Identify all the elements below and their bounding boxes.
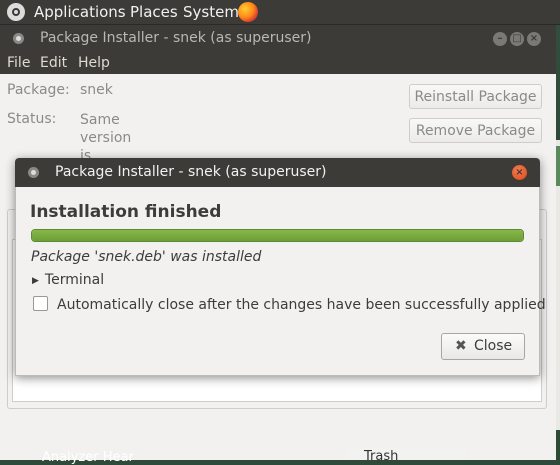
main-window-titlebar[interactable]: Package Installer - snek (as superuser) …	[0, 25, 556, 52]
remove-package-button[interactable]: Remove Package	[409, 118, 542, 143]
dialog-body: Installation finished Package 'snek.deb'…	[15, 187, 546, 376]
progress-bar-fill	[32, 230, 523, 241]
trash-label: Trash	[364, 449, 399, 464]
panel-menu-applications[interactable]: Applications	[34, 3, 126, 21]
trash-item[interactable]: Trash	[346, 448, 466, 464]
progress-bar	[31, 229, 524, 242]
dialog-titlebar[interactable]: Package Installer - snek (as superuser) …	[15, 158, 540, 187]
status-line: version	[80, 130, 132, 146]
autoclose-label: Automatically close after the changes ha…	[57, 297, 546, 313]
menu-help[interactable]: Help	[78, 55, 110, 71]
terminal-expander[interactable]: ▶ Terminal	[32, 272, 104, 288]
autoclose-checkbox[interactable]	[33, 296, 48, 311]
installation-dialog: Package Installer - snek (as superuser) …	[15, 158, 546, 376]
close-button-label: Close	[474, 338, 513, 354]
status-line: Same	[80, 112, 120, 128]
dialog-heading: Installation finished	[30, 202, 222, 222]
menu-file[interactable]: File	[7, 55, 30, 71]
window-icon	[13, 33, 24, 44]
status-value: Same version is	[80, 111, 140, 165]
package-label: Package:	[7, 82, 70, 98]
firefox-icon[interactable]	[238, 2, 258, 22]
autoclose-option[interactable]: Automatically close after the changes ha…	[33, 296, 546, 313]
close-icon[interactable]: ×	[527, 32, 541, 46]
panel-menu-system[interactable]: System	[183, 3, 239, 21]
ubuntu-logo-icon[interactable]	[7, 3, 25, 21]
package-value: snek	[80, 82, 113, 98]
status-label: Status:	[7, 111, 57, 127]
minimize-icon[interactable]: –	[493, 32, 507, 46]
close-button[interactable]: ✖ Close	[441, 333, 525, 360]
install-result-message: Package 'snek.deb' was installed	[31, 249, 262, 265]
desktop-icon-label[interactable]: Analyzer Hear	[42, 450, 134, 465]
dialog-title: Package Installer - snek (as superuser)	[55, 164, 327, 180]
dialog-window-icon	[28, 167, 39, 178]
x-icon: ✖	[455, 338, 467, 354]
menu-edit[interactable]: Edit	[40, 55, 67, 71]
panel-menu-places[interactable]: Places	[130, 3, 178, 21]
top-panel: Applications Places System	[0, 0, 560, 25]
main-window-title: Package Installer - snek (as superuser)	[40, 30, 312, 46]
menubar: File Edit Help	[0, 52, 556, 74]
maximize-icon[interactable]: □	[510, 32, 524, 46]
terminal-expander-label: Terminal	[44, 272, 105, 288]
dialog-close-icon[interactable]: ×	[512, 165, 527, 180]
reinstall-package-button[interactable]: Reinstall Package	[409, 84, 542, 109]
triangle-right-icon: ▶	[32, 276, 39, 286]
